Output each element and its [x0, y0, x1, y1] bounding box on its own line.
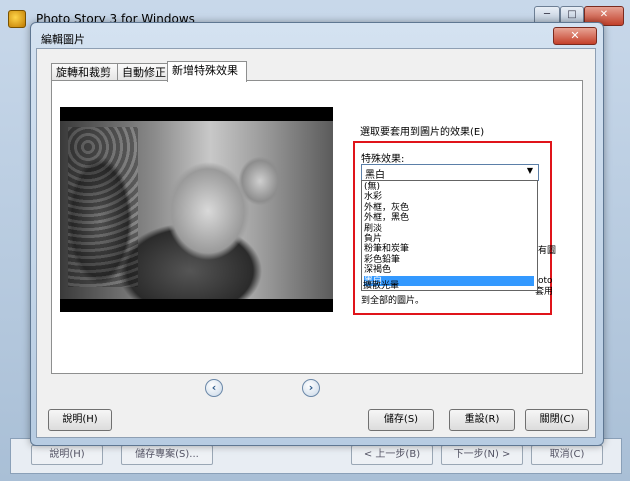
- effect-option-none[interactable]: (無): [364, 182, 534, 192]
- effect-option-colored-pencil[interactable]: 彩色鉛筆: [364, 255, 534, 265]
- cancel-button[interactable]: 取消(C): [531, 445, 603, 465]
- dialog-title: 編輯圖片: [41, 33, 85, 46]
- close-button[interactable]: 關閉(C): [525, 409, 589, 431]
- picture-preview: [60, 107, 333, 312]
- help-button[interactable]: 說明(H): [48, 409, 112, 431]
- chevron-left-icon[interactable]: ‹: [205, 379, 223, 397]
- effect-option-washout[interactable]: 刷淡: [364, 224, 534, 234]
- effect-option-chalk-charcoal[interactable]: 粉筆和炭筆: [364, 244, 534, 254]
- effect-option-frame-gray[interactable]: 外框，灰色: [364, 203, 534, 213]
- effects-dropdown-value: 黑白: [365, 170, 385, 181]
- hidden-text-peek-4: 到全部的圖片。: [361, 296, 425, 306]
- effect-option-sepia[interactable]: 深褐色: [364, 265, 534, 275]
- save-project-button[interactable]: 儲存專案(S)...: [121, 445, 213, 465]
- back-button[interactable]: < 上一步(B): [351, 445, 433, 465]
- tab-rotate-crop[interactable]: 旋轉和裁剪: [51, 63, 119, 81]
- effect-option-watercolor[interactable]: 水彩: [364, 192, 534, 202]
- effect-option-frame-black[interactable]: 外框，黑色: [364, 213, 534, 223]
- dropdown-arrow-icon[interactable]: ▼: [527, 166, 533, 175]
- effects-dropdown[interactable]: 黑白 ▼: [361, 164, 539, 181]
- effect-option-negative[interactable]: 負片: [364, 234, 534, 244]
- next-button[interactable]: 下一步(N) >: [441, 445, 523, 465]
- tab-add-effects[interactable]: 新增特殊效果: [167, 61, 247, 82]
- effects-label: 特殊效果:: [361, 154, 405, 165]
- reset-button[interactable]: 重設(R): [449, 409, 515, 431]
- hidden-text-peek-1: 有圖: [538, 246, 557, 256]
- chevron-right-icon[interactable]: ›: [302, 379, 320, 397]
- preview-image: [60, 121, 333, 299]
- effects-instruction: 選取要套用到圖片的效果(E): [360, 127, 485, 138]
- effects-dropdown-list: (無) 水彩 外框，灰色 外框，黑色 刷淡 負片 粉筆和炭筆 彩色鉛筆 深褐色 …: [361, 180, 538, 291]
- preview-foliage: [68, 127, 138, 287]
- tab-auto-fix[interactable]: 自動修正: [117, 63, 171, 81]
- dialog-close-button[interactable]: ✕: [553, 27, 597, 45]
- save-button[interactable]: 儲存(S): [368, 409, 434, 431]
- main-help-button[interactable]: 說明(H): [31, 445, 103, 465]
- photo-story-icon: [8, 10, 26, 28]
- effect-option-diffuse-glow[interactable]: 擴散光暈: [363, 281, 483, 291]
